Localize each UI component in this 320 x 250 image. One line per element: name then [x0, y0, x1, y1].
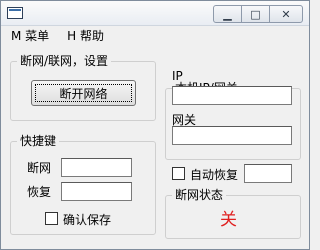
- hotkey-restore-label: 恢复: [27, 185, 52, 199]
- maximize-button[interactable]: □: [241, 5, 270, 23]
- confirm-save-checkbox[interactable]: [45, 212, 58, 225]
- menu-bar: M 菜单 H 帮助: [1, 27, 309, 44]
- title-bar[interactable]: ▁ □ ✕: [1, 1, 309, 26]
- confirm-save-label: 确认保存: [63, 213, 112, 227]
- auto-restore-input[interactable]: [244, 164, 292, 183]
- app-window: ▁ □ ✕ M 菜单 H 帮助 断网/联网，设置 断开网络 快捷键 断网 恢复 …: [0, 0, 310, 250]
- focus-rectangle: [35, 84, 132, 102]
- close-button[interactable]: ✕: [269, 5, 303, 23]
- network-status-legend: 断网状态: [172, 188, 227, 202]
- minimize-icon: ▁: [223, 7, 232, 21]
- network-status-value: 关: [220, 210, 237, 230]
- disconnect-network-button[interactable]: 断开网络: [31, 80, 136, 106]
- hotkey-disconnect-label: 断网: [27, 161, 52, 175]
- close-icon: ✕: [281, 7, 291, 21]
- network-settings-legend: 断网/联网，设置: [17, 54, 112, 68]
- hotkey-disconnect-input[interactable]: [61, 158, 132, 177]
- network-settings-group: 断网/联网，设置 断开网络: [10, 54, 156, 121]
- menu-item-help[interactable]: H 帮助: [67, 27, 104, 44]
- ip-label: IP: [172, 69, 183, 83]
- hotkey-group: 快捷键 断网 恢复 确认保存: [10, 134, 156, 235]
- gateway-input[interactable]: [172, 126, 292, 145]
- menu-item-menu[interactable]: M 菜单: [11, 27, 49, 44]
- maximize-icon: □: [250, 7, 261, 21]
- hotkey-legend: 快捷键: [17, 134, 60, 148]
- auto-restore-label: 自动恢复: [190, 168, 239, 182]
- window-controls: ▁ □ ✕: [213, 5, 303, 23]
- auto-restore-checkbox[interactable]: [172, 167, 185, 180]
- network-status-group: 断网状态 关: [165, 188, 301, 239]
- ip-input[interactable]: [172, 86, 292, 105]
- app-window-icon: [7, 7, 23, 19]
- hotkey-restore-input[interactable]: [61, 182, 132, 201]
- minimize-button[interactable]: ▁: [213, 5, 242, 23]
